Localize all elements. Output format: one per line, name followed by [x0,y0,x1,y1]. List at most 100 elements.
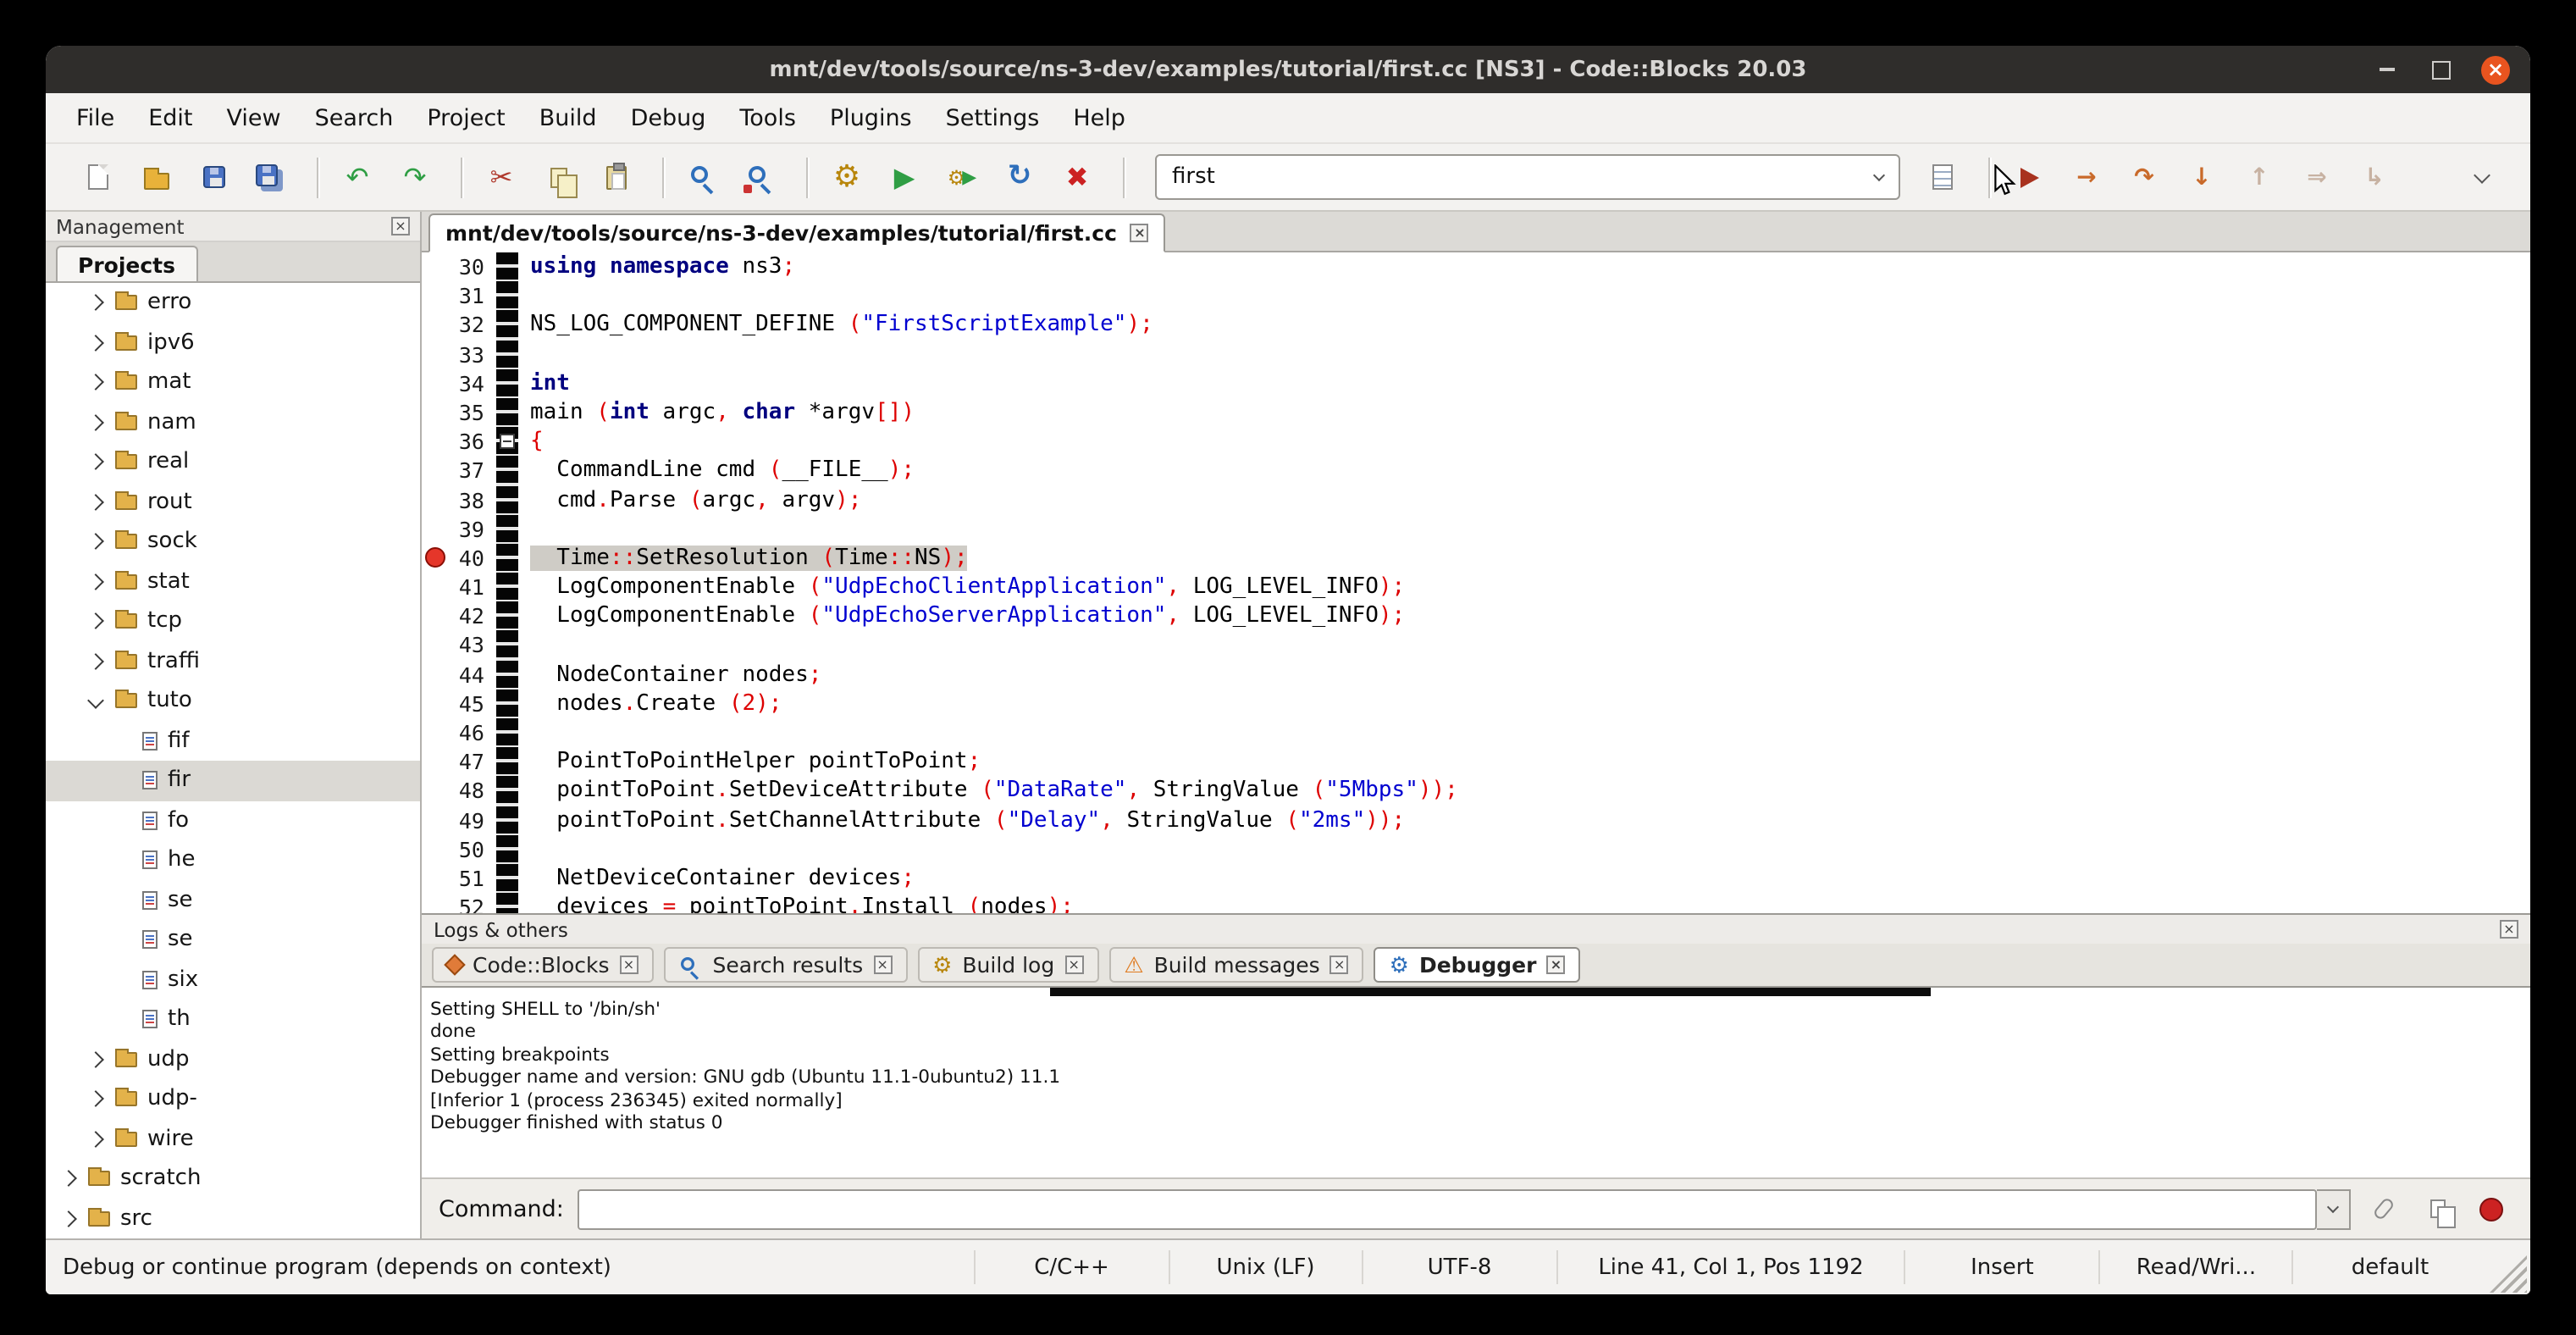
fold-margin[interactable] [496,311,518,340]
fold-margin[interactable] [496,340,518,368]
close-icon[interactable] [2481,55,2510,84]
replace-button[interactable] [735,152,786,202]
fold-margin[interactable] [496,690,518,718]
code-text[interactable]: Time::SetResolution (Time::NS); [518,544,2530,573]
line-number[interactable]: 49 [449,806,493,834]
fold-margin[interactable] [496,369,518,398]
copy-log-button[interactable] [2415,1188,2459,1229]
code-text[interactable] [518,631,2530,660]
tree-item-udp[interactable]: udp [46,1039,420,1079]
line-number[interactable]: 50 [449,835,493,864]
fold-margin[interactable] [496,864,518,893]
editor-tab-first-cc[interactable]: mnt/dev/tools/source/ns-3-dev/examples/t… [428,213,1166,252]
tree-item-tuto[interactable]: tuto [46,681,420,721]
line-number[interactable]: 44 [449,660,493,689]
fold-margin[interactable] [496,457,518,485]
line-number[interactable]: 46 [449,718,493,747]
breakpoint-margin[interactable] [422,806,449,834]
fold-margin[interactable] [496,602,518,631]
chevron-right-icon[interactable] [60,1210,77,1227]
breakpoint-margin[interactable] [422,573,449,601]
close-tab-icon[interactable] [620,956,638,974]
close-tab-icon[interactable] [1330,956,1349,974]
minimize-icon[interactable] [2373,56,2400,83]
next-line-button[interactable]: ↷ [2119,152,2170,202]
code-text[interactable]: cmd.Parse (argc, argv); [518,485,2530,514]
breakpoint-margin[interactable] [422,369,449,398]
close-panel-icon[interactable] [391,217,410,235]
line-number[interactable]: 47 [449,747,493,776]
logs-tab-build-log[interactable]: ⚙Build log [917,947,1098,983]
tab-projects[interactable]: Projects [56,246,197,281]
line-number[interactable]: 43 [449,631,493,660]
run-button[interactable]: ▶ [879,152,930,202]
menu-settings[interactable]: Settings [929,96,1057,140]
editor-code[interactable]: 30using namespace ns3;3132NS_LOG_COMPONE… [422,252,2530,913]
chevron-right-icon[interactable] [87,414,104,431]
breakpoint-margin[interactable] [422,718,449,747]
breakpoint-margin[interactable] [422,544,449,573]
code-text[interactable] [518,340,2530,368]
breakpoint-margin[interactable] [422,602,449,631]
tree-item-erro[interactable]: erro [46,283,420,323]
chevron-right-icon[interactable] [87,1091,104,1108]
fold-margin[interactable] [496,281,518,310]
tree-item-traffi[interactable]: traffi [46,641,420,681]
chevron-down-icon[interactable] [87,693,104,710]
tree-item-fir[interactable]: fir [46,761,420,800]
breakpoint-margin[interactable] [422,485,449,514]
close-editor-tab-icon[interactable] [1130,224,1149,242]
line-number[interactable]: 51 [449,864,493,893]
chevron-right-icon[interactable] [87,374,104,391]
breakpoint-margin[interactable] [422,457,449,485]
tree-item-mat[interactable]: mat [46,363,420,402]
breakpoint-margin[interactable] [422,777,449,806]
menu-search[interactable]: Search [298,96,411,140]
code-text[interactable] [518,281,2530,310]
tree-item-nam[interactable]: nam [46,402,420,442]
code-text[interactable]: LogComponentEnable ("UdpEchoClientApplic… [518,573,2530,601]
logs-tab-code-blocks[interactable]: Code::Blocks [432,947,654,983]
menu-build[interactable]: Build [522,96,614,140]
tree-item-udp[interactable]: udp- [46,1079,420,1119]
find-button[interactable] [677,152,728,202]
tree-item-he[interactable]: he [46,840,420,880]
breakpoint-icon[interactable] [425,548,445,568]
fold-margin[interactable] [496,573,518,601]
paperclip-button[interactable] [2361,1188,2405,1229]
cut-button[interactable]: ✂ [476,152,527,202]
breakpoint-margin[interactable] [422,690,449,718]
code-text[interactable]: pointToPoint.SetDeviceAttribute ("DataRa… [518,777,2530,806]
line-number[interactable]: 35 [449,398,493,427]
maximize-icon[interactable] [2427,56,2454,83]
step-into-instruction-button[interactable]: ↳ [2349,152,2400,202]
stop-debugger-button[interactable] [2469,1188,2513,1229]
save-all-button[interactable] [246,152,296,202]
chevron-right-icon[interactable] [87,454,104,471]
code-text[interactable] [518,514,2530,543]
open-file-button[interactable] [130,152,181,202]
run-to-cursor-button[interactable]: → [2061,152,2112,202]
undo-button[interactable]: ↶ [332,152,383,202]
build-button[interactable]: ⚙ [821,152,872,202]
menu-tools[interactable]: Tools [722,96,813,140]
command-history-dropdown[interactable] [2317,1188,2351,1229]
build-and-run-button[interactable]: ⚙▶ [937,152,987,202]
chevron-right-icon[interactable] [87,494,104,511]
save-button[interactable] [188,152,239,202]
line-number[interactable]: 52 [449,893,493,913]
resize-grip[interactable] [2490,1255,2527,1293]
line-number[interactable]: 41 [449,573,493,601]
tree-item-scratch[interactable]: scratch [46,1159,420,1199]
line-number[interactable]: 32 [449,311,493,340]
fold-margin[interactable] [496,747,518,776]
new-file-button[interactable] [73,152,124,202]
code-text[interactable]: main (int argc, char *argv[]) [518,398,2530,427]
breakpoint-margin[interactable] [422,864,449,893]
titlebar[interactable]: mnt/dev/tools/source/ns-3-dev/examples/t… [46,46,2530,93]
line-number[interactable]: 48 [449,777,493,806]
close-logs-icon[interactable] [2500,920,2518,939]
tree-item-se[interactable]: se [46,880,420,920]
fold-margin[interactable] [496,544,518,573]
code-text[interactable] [518,718,2530,747]
